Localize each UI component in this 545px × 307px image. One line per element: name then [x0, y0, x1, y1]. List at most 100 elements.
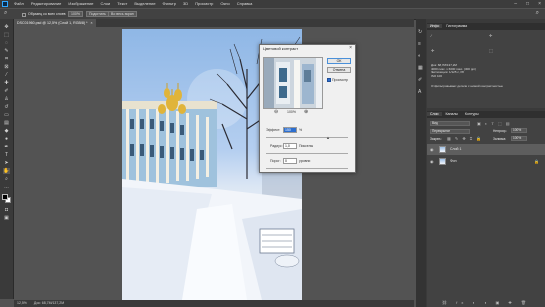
fill-screen-button[interactable]: Во весь экран — [108, 11, 137, 17]
search-icon[interactable]: ⌕ — [536, 10, 539, 17]
healing-brush-tool-icon[interactable]: ✚ — [3, 80, 10, 86]
menu-item-file[interactable]: Файл — [14, 1, 24, 6]
crop-tool-icon[interactable]: ⌗ — [3, 56, 10, 62]
lasso-tool-icon[interactable]: ◌ — [3, 40, 10, 46]
layer-name[interactable]: Фон — [450, 156, 457, 167]
layer-row[interactable]: ◉ Фон 🔒 — [427, 156, 545, 167]
zoom-level[interactable]: 12,5% — [17, 301, 27, 305]
color-contrast-dialog: Цветовой контраст × ⊖ 100% ⊕ ОК Отмена П… — [259, 44, 356, 173]
layers-footer-icons[interactable]: ⛓ fx ◐ ◑ ▣ ✚ 🗑 — [427, 299, 545, 307]
pen-tool-icon[interactable]: ✒ — [3, 144, 10, 150]
window-controls: – □ × — [514, 1, 541, 7]
preview-checkbox[interactable] — [327, 78, 331, 82]
frame-tool-icon[interactable]: ⊠ — [3, 64, 10, 70]
menu-item-view[interactable]: Просмотр — [195, 1, 213, 6]
menu-item-text[interactable]: Текст — [117, 1, 127, 6]
right-panels: ↻ ≡ ◐ ▦ ✐ A Инфо Гистограмма ⁄ ✛ ✛ ⬚ Док… — [416, 19, 545, 307]
clone-stamp-tool-icon[interactable]: ♙ — [3, 96, 10, 102]
gradient-tool-icon[interactable]: ▤ — [3, 120, 10, 126]
path-select-tool-icon[interactable]: ➤ — [3, 160, 10, 166]
zoom-tool-icon[interactable]: ⌕ — [4, 10, 7, 17]
quick-select-tool-icon[interactable]: ✎ — [3, 48, 10, 54]
document-tab[interactable]: DSC01960.psd @ 12,5% (Слой 1, RGB/8) * × — [14, 19, 96, 27]
marquee-tool-icon[interactable]: ⬚ — [3, 32, 10, 38]
fit-screen-button[interactable]: Подогнать — [86, 11, 109, 17]
history-brush-tool-icon[interactable]: ↺ — [3, 104, 10, 110]
layer-row[interactable]: ◉ Слой 1 — [427, 144, 545, 155]
menu-item-layers[interactable]: Слои — [101, 1, 111, 6]
menu-item-select[interactable]: Выделение — [134, 1, 155, 6]
close-icon[interactable]: × — [538, 1, 541, 7]
visibility-eye-icon[interactable]: ◉ — [430, 156, 434, 167]
layers-panel-tabs: Слои Каналы Контуры — [427, 111, 545, 118]
adjustments-panel-icon[interactable]: ◐ — [418, 53, 421, 59]
layer-thumbnail — [439, 158, 446, 165]
effect-slider-track[interactable] — [266, 137, 348, 138]
maximize-icon[interactable]: □ — [526, 1, 529, 7]
properties-panel-icon[interactable]: ≡ — [418, 41, 421, 47]
dialog-preview[interactable] — [263, 57, 323, 109]
zoom-tool-icon[interactable]: ⌕ — [3, 176, 10, 182]
tab-histogram[interactable]: Гистограмма — [443, 24, 470, 28]
menu-item-3d[interactable]: 3D — [183, 1, 188, 6]
blend-mode-select[interactable]: Перекрытие — [430, 129, 470, 134]
radius-slider-track[interactable] — [266, 153, 348, 154]
eraser-tool-icon[interactable]: ▭ — [3, 112, 10, 118]
fill-field[interactable]: 100% — [511, 136, 527, 141]
preview-checkbox-label: Просмотр — [332, 78, 348, 82]
brush-panel-icon[interactable]: ✐ — [418, 77, 422, 83]
blur-tool-icon[interactable]: ◆ — [3, 128, 10, 134]
preview-image — [264, 58, 322, 108]
menu-item-edit[interactable]: Редактирование — [31, 1, 61, 6]
swatches-panel-icon[interactable]: ▦ — [418, 65, 423, 71]
layer-filter-select[interactable]: Вид — [430, 121, 470, 126]
zoom-in-icon[interactable]: ⊕ — [304, 109, 308, 115]
zoom-100-button[interactable]: 100% — [68, 11, 83, 17]
eyedropper-tool-icon[interactable]: ⁄ — [3, 72, 10, 78]
hand-tool-icon[interactable]: ✋ — [3, 168, 10, 174]
radius-input[interactable]: 1,0 — [283, 143, 297, 149]
effect-slider-thumb[interactable]: ▲ — [326, 135, 330, 140]
ok-button[interactable]: ОК — [327, 58, 351, 64]
history-panel-icon[interactable]: ↻ — [418, 29, 422, 35]
brush-tool-icon[interactable]: ✐ — [3, 88, 10, 94]
close-tab-icon[interactable]: × — [91, 21, 93, 25]
dodge-tool-icon[interactable]: ● — [3, 136, 10, 142]
visibility-eye-icon[interactable]: ◉ — [430, 144, 434, 155]
menu-item-image[interactable]: Изображение — [68, 1, 93, 6]
radius-label: Радиус: — [270, 144, 283, 148]
menu-item-window[interactable]: Окно — [220, 1, 229, 6]
character-panel-icon[interactable]: A — [418, 89, 421, 95]
document-tab-title: DSC01960.psd @ 12,5% (Слой 1, RGB/8) * — [17, 21, 88, 25]
zoom-out-icon[interactable]: ⊖ — [274, 109, 278, 115]
type-tool-icon[interactable]: T — [3, 152, 10, 158]
foreground-color-swatch[interactable] — [2, 194, 8, 200]
screen-mode-icon[interactable]: ▣ — [3, 215, 10, 221]
cancel-button[interactable]: Отмена — [327, 67, 351, 73]
close-icon[interactable]: × — [349, 45, 352, 51]
tab-channels[interactable]: Каналы — [443, 112, 461, 116]
effect-input[interactable]: 150 — [283, 127, 297, 133]
threshold-slider-track[interactable] — [266, 168, 348, 169]
menu-item-help[interactable]: Справка — [237, 1, 253, 6]
tab-layers[interactable]: Слои — [427, 112, 442, 116]
layer-filter-icons[interactable]: ▣ ◐ T ⬚ ▤ — [477, 121, 511, 126]
layer-name[interactable]: Слой 1 — [450, 144, 461, 155]
fill-label: Заливка: — [493, 137, 507, 141]
info-lines: Док: 68,7М/137,2М 4000 пикс. x 6000 пикс… — [427, 63, 476, 78]
panel-icon-strip: ↻ ≡ ◐ ▦ ✐ A — [416, 19, 426, 307]
minimize-icon[interactable]: – — [514, 1, 517, 7]
tab-paths[interactable]: Контуры — [462, 112, 482, 116]
sample-all-layers-checkbox[interactable] — [22, 12, 26, 17]
selection-size-icon: ⬚ — [489, 48, 493, 53]
more-tools-icon[interactable]: … — [3, 184, 10, 190]
dialog-title: Цветовой контраст — [263, 46, 299, 51]
eyedropper-readout-icon: ⁄ — [431, 33, 432, 38]
lock-icons[interactable]: ▦ ✎ ✥ ⌗ 🔒 — [447, 136, 483, 141]
quick-mask-icon[interactable]: ◘ — [3, 207, 10, 213]
threshold-input[interactable]: 0 — [283, 158, 297, 164]
opacity-field[interactable]: 100% — [511, 128, 527, 133]
move-tool-icon[interactable]: ✥ — [3, 24, 10, 30]
menu-item-filter[interactable]: Фильтр — [163, 1, 176, 6]
tab-info[interactable]: Инфо — [427, 24, 443, 28]
